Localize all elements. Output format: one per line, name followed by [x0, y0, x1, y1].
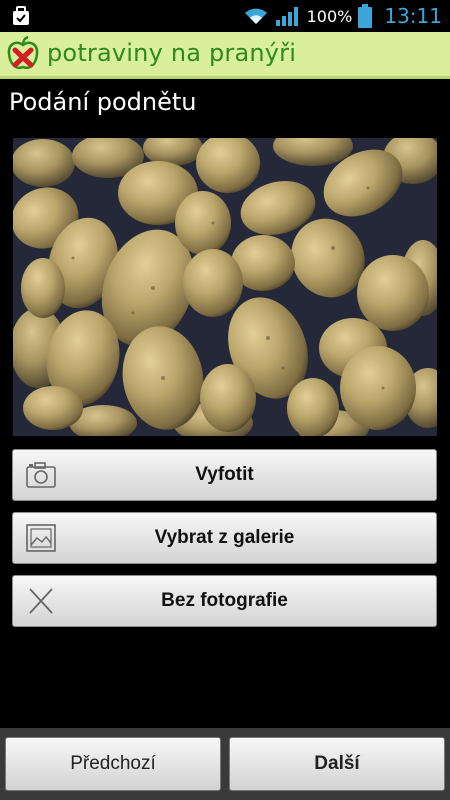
wifi-icon	[244, 8, 267, 24]
next-button[interactable]: Další	[229, 737, 445, 791]
app-name: potraviny na pranýři	[47, 39, 297, 67]
take-photo-label: Vyfotit	[195, 464, 254, 485]
battery-icon	[358, 4, 373, 28]
photo-preview	[13, 138, 437, 436]
next-label: Další	[314, 753, 360, 774]
clock: 13:11	[384, 4, 442, 28]
page-title: Podání podnětu	[9, 88, 197, 116]
apple-x-logo	[7, 36, 39, 69]
briefcase-icon	[13, 6, 29, 25]
no-photo-button[interactable]: Bez fotografie	[12, 575, 437, 627]
previous-label: Předchozí	[70, 753, 156, 774]
take-photo-button[interactable]: Vyfotit	[12, 449, 437, 501]
choose-from-gallery-button[interactable]: Vybrat z galerie	[12, 512, 437, 564]
app-header: potraviny na pranýři	[0, 32, 450, 79]
status-bar: 100% 13:11	[0, 0, 450, 32]
no-photo-label: Bez fotografie	[161, 590, 288, 611]
previous-button[interactable]: Předchozí	[5, 737, 221, 791]
bottom-navigation: Předchozí Další	[0, 728, 450, 800]
signal-icon	[275, 7, 298, 26]
choose-from-gallery-label: Vybrat z galerie	[154, 527, 295, 548]
battery-percent: 100%	[306, 6, 353, 26]
